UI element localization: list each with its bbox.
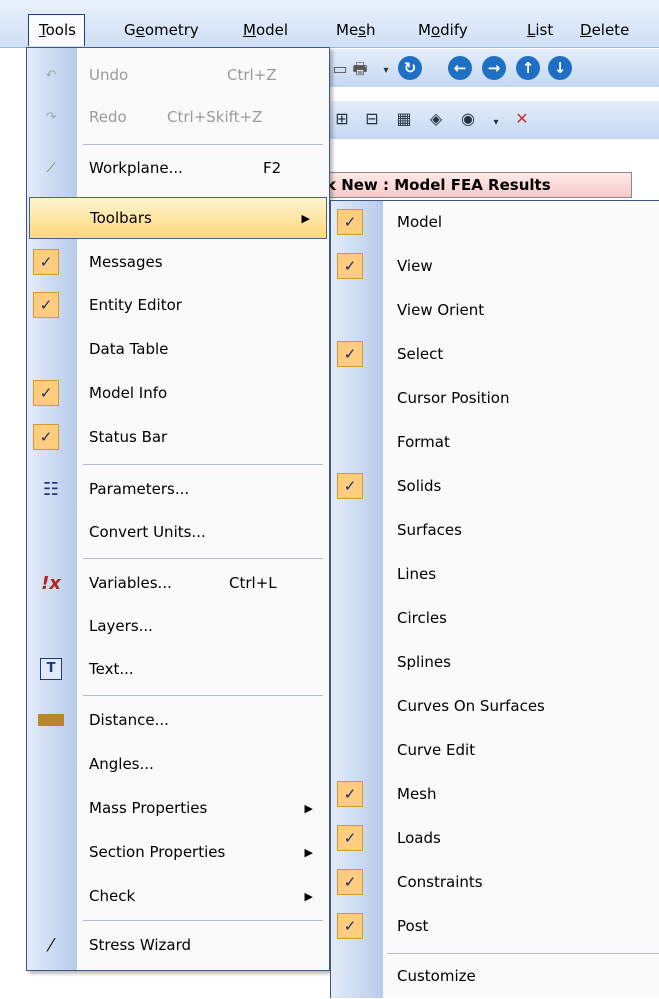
menu-item-variables[interactable]: !x Variables... Ctrl+L bbox=[27, 563, 329, 605]
submenu-item-loads[interactable]: ✓ Loads bbox=[331, 817, 659, 861]
menu-item-status-bar[interactable]: ✓ Status Bar bbox=[27, 417, 329, 459]
submenu-item-mesh[interactable]: ✓ Mesh bbox=[331, 773, 659, 817]
check-icon: ✓ bbox=[337, 209, 363, 235]
view-icon[interactable]: ◉ bbox=[456, 107, 480, 131]
toolbar-dropdown-icon[interactable]: ▾ bbox=[374, 59, 398, 83]
menubar: Tools Geometry Model Mesh Modify List De… bbox=[0, 0, 659, 48]
pattern-icon[interactable]: ▦ bbox=[392, 107, 416, 131]
submenu-item-curves-on-surfaces[interactable]: Curves On Surfaces bbox=[331, 685, 659, 729]
menu-item-model-info[interactable]: ✓ Model Info bbox=[27, 373, 329, 415]
menu-item-undo[interactable]: ↶ Undo Ctrl+Z bbox=[27, 55, 329, 97]
menu-item-workplane[interactable]: ⟋ Workplane... F2 bbox=[27, 148, 329, 190]
down-icon[interactable]: ↓ bbox=[548, 56, 572, 80]
check-icon: ✓ bbox=[337, 473, 363, 499]
submenu-item-customize[interactable]: Customize bbox=[331, 955, 659, 999]
menu-item-toolbars[interactable]: Toolbars ▶ bbox=[29, 197, 327, 239]
check-icon: ✓ bbox=[33, 380, 59, 406]
solid-icon[interactable]: ◈ bbox=[424, 107, 448, 131]
submenu-item-curve-edit[interactable]: Curve Edit bbox=[331, 729, 659, 773]
submenu-arrow-icon: ▶ bbox=[304, 890, 313, 903]
submenu-item-model[interactable]: ✓ Model bbox=[331, 201, 659, 245]
submenu-item-select[interactable]: ✓ Select bbox=[331, 333, 659, 377]
submenu-arrow-icon: ▶ bbox=[304, 846, 313, 859]
submenu-item-circles[interactable]: Circles bbox=[331, 597, 659, 641]
check-icon: ✓ bbox=[33, 424, 59, 450]
menu-item-data-table[interactable]: Data Table bbox=[27, 329, 329, 371]
check-icon: ✓ bbox=[337, 253, 363, 279]
refresh-icon[interactable]: ↻ bbox=[398, 56, 422, 80]
menu-separator bbox=[83, 144, 323, 145]
ruler-icon bbox=[38, 714, 64, 726]
check-icon: ✓ bbox=[337, 825, 363, 851]
submenu-arrow-icon: ▶ bbox=[301, 212, 310, 225]
split-icon[interactable]: ⊟ bbox=[360, 107, 384, 131]
submenu-item-constraints[interactable]: ✓ Constraints bbox=[331, 861, 659, 905]
check-icon: ✓ bbox=[337, 913, 363, 939]
menu-separator bbox=[83, 695, 323, 696]
menu-model[interactable]: Model bbox=[243, 20, 288, 40]
menu-item-layers[interactable]: Layers... bbox=[27, 606, 329, 648]
check-icon: ✓ bbox=[337, 781, 363, 807]
menu-geometry[interactable]: Geometry bbox=[124, 20, 199, 40]
workplane-icon: ⟋ bbox=[46, 161, 56, 176]
check-icon: ✓ bbox=[33, 292, 59, 318]
menu-item-mass-properties[interactable]: Mass Properties ▶ bbox=[27, 788, 329, 830]
submenu-item-view[interactable]: ✓ View bbox=[331, 245, 659, 289]
menu-separator bbox=[83, 558, 323, 559]
submenu-item-post[interactable]: ✓ Post bbox=[331, 905, 659, 949]
forward-icon[interactable]: → bbox=[482, 56, 506, 80]
menu-separator bbox=[387, 953, 659, 954]
redo-icon: ↷ bbox=[45, 110, 57, 125]
menu-item-parameters[interactable]: ☷ Parameters... bbox=[27, 469, 329, 511]
menu-item-section-properties[interactable]: Section Properties ▶ bbox=[27, 832, 329, 874]
submenu-item-solids[interactable]: ✓ Solids bbox=[331, 465, 659, 509]
menu-list[interactable]: List bbox=[527, 20, 553, 40]
menu-item-angles[interactable]: Angles... bbox=[27, 744, 329, 786]
text-icon: T bbox=[40, 658, 62, 680]
menu-tools[interactable]: Tools bbox=[28, 14, 85, 46]
check-icon: ✓ bbox=[33, 249, 59, 275]
axis-icon[interactable]: ✕ bbox=[510, 107, 534, 131]
menu-item-text[interactable]: T Text... bbox=[27, 649, 329, 691]
grid-icon[interactable]: ⊞ bbox=[330, 107, 354, 131]
submenu-item-splines[interactable]: Splines bbox=[331, 641, 659, 685]
menu-item-redo[interactable]: ↷ Redo Ctrl+Skift+Z bbox=[27, 97, 329, 139]
menu-item-messages[interactable]: ✓ Messages bbox=[27, 242, 329, 284]
toolbars-submenu: ✓ Model ✓ View View Orient ✓ Select Curs… bbox=[330, 200, 659, 998]
toolbar-row-1: ▭ 🖶 ▾ ↻ ← → ↑ ↓ bbox=[326, 49, 659, 87]
submenu-item-view-orient[interactable]: View Orient bbox=[331, 289, 659, 333]
parameters-icon: ☷ bbox=[42, 479, 60, 500]
up-icon[interactable]: ↑ bbox=[516, 56, 540, 80]
submenu-item-lines[interactable]: Lines bbox=[331, 553, 659, 597]
submenu-item-format[interactable]: Format bbox=[331, 421, 659, 465]
menu-item-distance[interactable]: Distance... bbox=[27, 700, 329, 742]
menu-item-convert-units[interactable]: Convert Units... bbox=[27, 512, 329, 554]
menu-item-check[interactable]: Check ▶ bbox=[27, 876, 329, 918]
check-icon: ✓ bbox=[337, 869, 363, 895]
submenu-item-surfaces[interactable]: Surfaces bbox=[331, 509, 659, 553]
menu-mesh[interactable]: Mesh bbox=[336, 20, 376, 40]
menu-item-entity-editor[interactable]: ✓ Entity Editor bbox=[27, 285, 329, 327]
wand-icon: ⁄ bbox=[49, 935, 53, 956]
variables-icon: !x bbox=[41, 573, 61, 594]
tools-menu: ↶ Undo Ctrl+Z ↷ Redo Ctrl+Skift+Z ⟋ Work… bbox=[26, 47, 330, 971]
menu-delete[interactable]: Delete bbox=[580, 20, 629, 40]
print-icon[interactable]: 🖶 bbox=[348, 57, 372, 81]
menu-item-stress-wizard[interactable]: ⁄ Stress Wizard bbox=[27, 925, 329, 967]
undo-icon: ↶ bbox=[45, 68, 57, 83]
toolbar-dropdown-icon[interactable]: ▾ bbox=[484, 111, 508, 135]
menu-separator bbox=[83, 920, 323, 921]
document-tab[interactable]: k New : Model FEA Results bbox=[320, 172, 632, 198]
menu-separator bbox=[83, 464, 323, 465]
check-icon: ✓ bbox=[337, 341, 363, 367]
back-icon[interactable]: ← bbox=[448, 56, 472, 80]
menu-modify[interactable]: Modify bbox=[418, 20, 468, 40]
submenu-item-cursor-position[interactable]: Cursor Position bbox=[331, 377, 659, 421]
submenu-arrow-icon: ▶ bbox=[304, 802, 313, 815]
toolbar-row-2: ⊞ ⊟ ▦ ◈ ◉ ▾ ✕ bbox=[326, 101, 659, 139]
